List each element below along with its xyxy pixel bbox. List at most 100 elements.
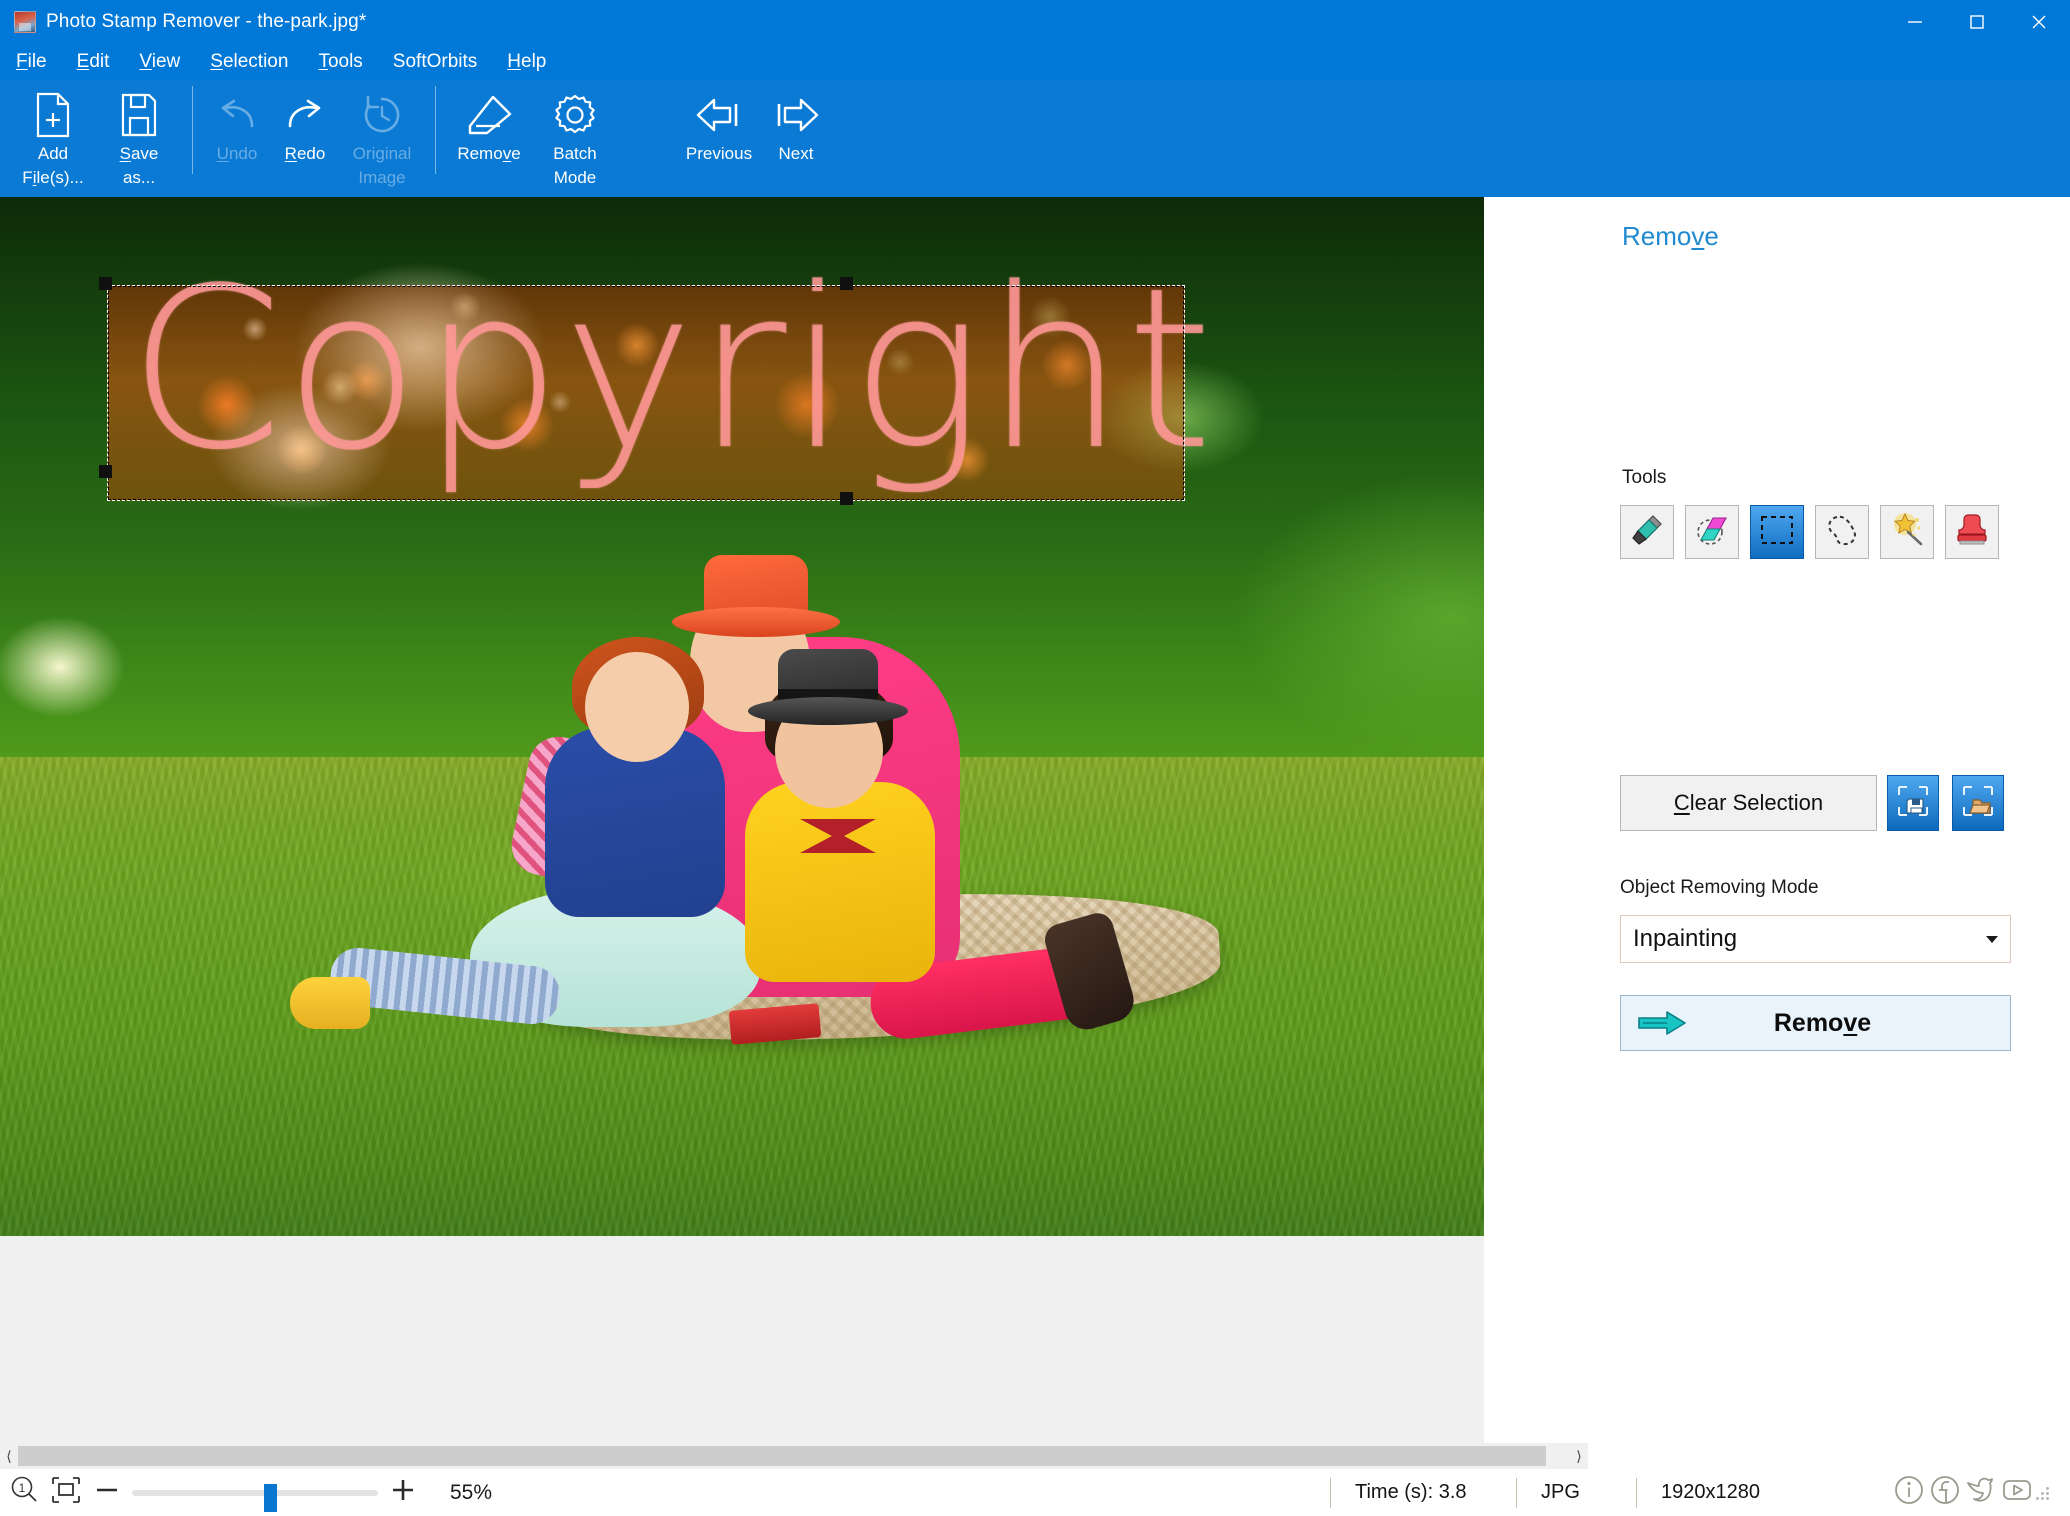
resize-grip-icon[interactable] [2036, 1485, 2052, 1501]
eraser-dashed-icon [1693, 511, 1731, 554]
rectangle-select-tool-button[interactable] [1750, 505, 1804, 559]
add-file-icon [33, 90, 73, 140]
image-viewport[interactable]: Copyright [0, 197, 1588, 1443]
canvas-horizontal-scrollbar[interactable]: ⟨ ⟩ [0, 1443, 1588, 1469]
application-window: Photo Stamp Remover - the-park.jpg* File… [0, 0, 2070, 1516]
zoom-slider-track[interactable] [132, 1489, 378, 1496]
selection-handle-top-left[interactable] [99, 277, 112, 290]
green-arrow-icon [1637, 1009, 1689, 1037]
zoom-slider-thumb[interactable] [264, 1483, 277, 1512]
fit-to-window-icon[interactable] [50, 1475, 82, 1510]
batch-mode-label-line2: Mode [553, 168, 597, 187]
history-icon [360, 90, 404, 140]
object-removing-mode-value: Inpainting [1633, 925, 1738, 952]
add-files-button[interactable]: Add File(s)... [10, 80, 96, 190]
save-icon [119, 90, 159, 140]
remove-toolbar-button[interactable]: Remove [446, 80, 532, 190]
save-selection-button[interactable] [1887, 775, 1939, 831]
marker-icon [1628, 511, 1666, 554]
remove-toolbar-label: Remove [457, 144, 521, 163]
toolbar-group-history: Undo Redo Original Image [203, 80, 425, 197]
rectangle-select-icon [1758, 513, 1796, 552]
batch-mode-label-line1: Batch [553, 144, 597, 163]
lasso-icon [1823, 511, 1861, 554]
load-selection-button[interactable] [1952, 775, 2004, 831]
stamp-icon [1955, 511, 1989, 554]
zoom-percent-label: 55% [450, 1480, 493, 1504]
photo-image[interactable]: Copyright [0, 197, 1588, 1236]
menu-item-edit[interactable]: Edit [77, 51, 110, 73]
scroll-right-arrow-icon[interactable]: ⟩ [1570, 1443, 1588, 1469]
original-image-button[interactable]: Original Image [339, 80, 425, 190]
batch-mode-button[interactable]: Batch Mode [532, 80, 618, 190]
status-file-type: JPG [1516, 1477, 1636, 1508]
redo-icon [282, 90, 328, 140]
close-icon[interactable] [2008, 0, 2070, 44]
chevron-down-icon[interactable] [1986, 935, 1998, 943]
menu-item-selection[interactable]: Selection [210, 51, 288, 73]
menu-item-tools[interactable]: Tools [318, 51, 362, 73]
status-fields: Time (s): 3.8 JPG 1920x1280 [1330, 1473, 2070, 1512]
stamp-tool-button[interactable] [1945, 505, 1999, 559]
menu-item-file[interactable]: File [16, 51, 47, 73]
save-as-label-line1: Save [119, 144, 159, 163]
toolbar-group-file: Add File(s)... Save as... [10, 80, 182, 197]
object-removing-mode-select[interactable]: Inpainting [1620, 915, 2011, 963]
canvas-right-margin [1484, 197, 1588, 1443]
photo-girl-head [585, 652, 689, 762]
photo-girl-shoe [290, 977, 370, 1029]
redo-button[interactable]: Redo [271, 80, 339, 190]
eraser-icon [463, 90, 515, 140]
remove-button[interactable]: Remove [1620, 995, 2011, 1051]
maximize-icon[interactable] [1946, 0, 2008, 44]
eraser-tool-button[interactable] [1685, 505, 1739, 559]
gear-icon [551, 90, 599, 140]
facebook-icon[interactable] [1928, 1473, 1962, 1512]
zoom-1-to-1-icon[interactable]: 1 [8, 1474, 40, 1511]
zoom-controls: 1 55% [0, 1474, 493, 1512]
original-image-label-line1: Original [352, 144, 412, 163]
save-as-button[interactable]: Save as... [96, 80, 182, 190]
window-title: Photo Stamp Remover - the-park.jpg* [46, 11, 367, 32]
toolbar-separator-2 [435, 86, 436, 174]
undo-button[interactable]: Undo [203, 80, 271, 190]
lasso-tool-button[interactable] [1815, 505, 1869, 559]
remove-button-label: Remove [1773, 1008, 1872, 1037]
next-button[interactable]: Next [762, 80, 830, 190]
info-icon[interactable] [1892, 1473, 1926, 1512]
save-as-label-line2: as... [122, 168, 156, 187]
minimize-icon[interactable] [1884, 0, 1946, 44]
status-dimensions: 1920x1280 [1636, 1477, 1892, 1508]
load-selection-icon [1960, 783, 1996, 824]
youtube-icon[interactable] [2000, 1473, 2034, 1512]
selection-handle-bottom-middle[interactable] [840, 492, 853, 505]
marker-tool-button[interactable] [1620, 505, 1674, 559]
selection-rectangle[interactable] [107, 285, 1185, 501]
scrollbar-track[interactable] [18, 1443, 1570, 1469]
add-files-label-line2: File(s)... [22, 168, 84, 187]
selection-handle-top-middle[interactable] [840, 277, 853, 290]
menu-item-softorbits[interactable]: SoftOrbits [393, 51, 477, 73]
previous-label: Previous [685, 144, 753, 163]
selection-handle-middle-left[interactable] [99, 465, 112, 478]
photo-boy-vest [745, 782, 935, 982]
menu-item-view[interactable]: View [139, 51, 180, 73]
previous-button[interactable]: Previous [676, 80, 762, 190]
twitter-icon[interactable] [1964, 1473, 1998, 1512]
magic-wand-icon [1888, 511, 1926, 554]
tools-row [1620, 505, 1999, 559]
canvas-empty-area [0, 1236, 1588, 1443]
save-selection-icon [1895, 783, 1931, 824]
object-removing-mode-label: Object Removing Mode [1620, 877, 1819, 898]
zoom-slider[interactable] [132, 1483, 378, 1512]
zoom-in-plus-icon[interactable] [388, 1475, 418, 1510]
arrow-right-icon [771, 90, 821, 140]
undo-label: Undo [216, 144, 258, 163]
scroll-left-arrow-icon[interactable]: ⟨ [0, 1443, 18, 1469]
scrollbar-thumb[interactable] [18, 1446, 1546, 1466]
zoom-out-minus-icon[interactable] [92, 1478, 122, 1507]
magic-wand-tool-button[interactable] [1880, 505, 1934, 559]
clear-selection-button[interactable]: Clear Selection [1620, 775, 1877, 831]
menu-item-help[interactable]: Help [507, 51, 546, 73]
original-image-label-line2: Image [358, 168, 406, 187]
